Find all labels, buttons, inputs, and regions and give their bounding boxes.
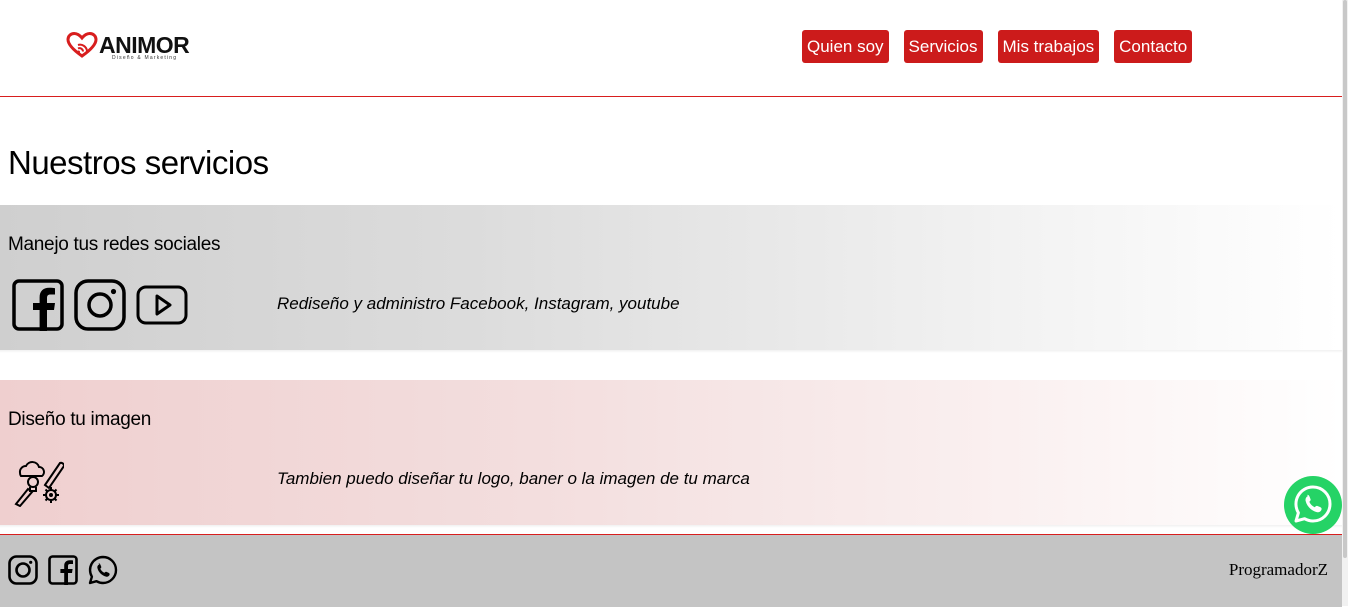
design-tools-icon (14, 461, 64, 507)
vertical-scrollbar[interactable] (1342, 0, 1348, 606)
page-title: Nuestros servicios (8, 144, 269, 181)
scrollbar-thumb[interactable] (1343, 0, 1347, 558)
footer-credit: ProgramadorZ (1228, 560, 1328, 579)
whatsapp-float-button[interactable] (1283, 475, 1343, 535)
site-footer: ProgramadorZ (0, 534, 1342, 607)
service-description: Tambien puedo diseñar tu logo, baner o l… (277, 469, 750, 488)
service-description: Rediseño y administro Facebook, Instagra… (277, 294, 680, 313)
heart-logo-icon (66, 32, 98, 58)
brand-tagline: Diseño & Marketing (112, 55, 178, 61)
service-title: Diseño tu imagen (8, 409, 152, 430)
design-icons (12, 455, 74, 507)
site-header: ANIMOR Diseño & Marketing Quien soy Serv… (0, 0, 1342, 97)
page: ANIMOR Diseño & Marketing Quien soy Serv… (0, 0, 1343, 607)
instagram-icon[interactable] (8, 555, 38, 585)
service-design: Diseño tu imagen Tambien puedo diseñar t… (0, 380, 1342, 528)
brand-logo[interactable]: ANIMOR Diseño & Marketing (66, 30, 196, 64)
youtube-icon (136, 285, 188, 325)
nav-servicios[interactable]: Servicios (903, 30, 983, 63)
main-nav: Quien soy Servicios Mis trabajos Contact… (802, 30, 1193, 63)
social-icons (12, 279, 198, 331)
facebook-icon[interactable] (48, 555, 78, 585)
nav-mis-trabajos[interactable]: Mis trabajos (997, 30, 1100, 63)
whatsapp-icon[interactable] (88, 555, 118, 585)
service-social-media: Manejo tus redes sociales Rediseño y adm… (0, 205, 1342, 353)
service-title: Manejo tus redes sociales (8, 234, 221, 255)
nav-contacto[interactable]: Contacto (1114, 30, 1193, 63)
nav-quien-soy[interactable]: Quien soy (802, 30, 889, 63)
instagram-icon (74, 279, 126, 331)
facebook-icon (12, 279, 64, 331)
footer-social-links (8, 555, 128, 585)
